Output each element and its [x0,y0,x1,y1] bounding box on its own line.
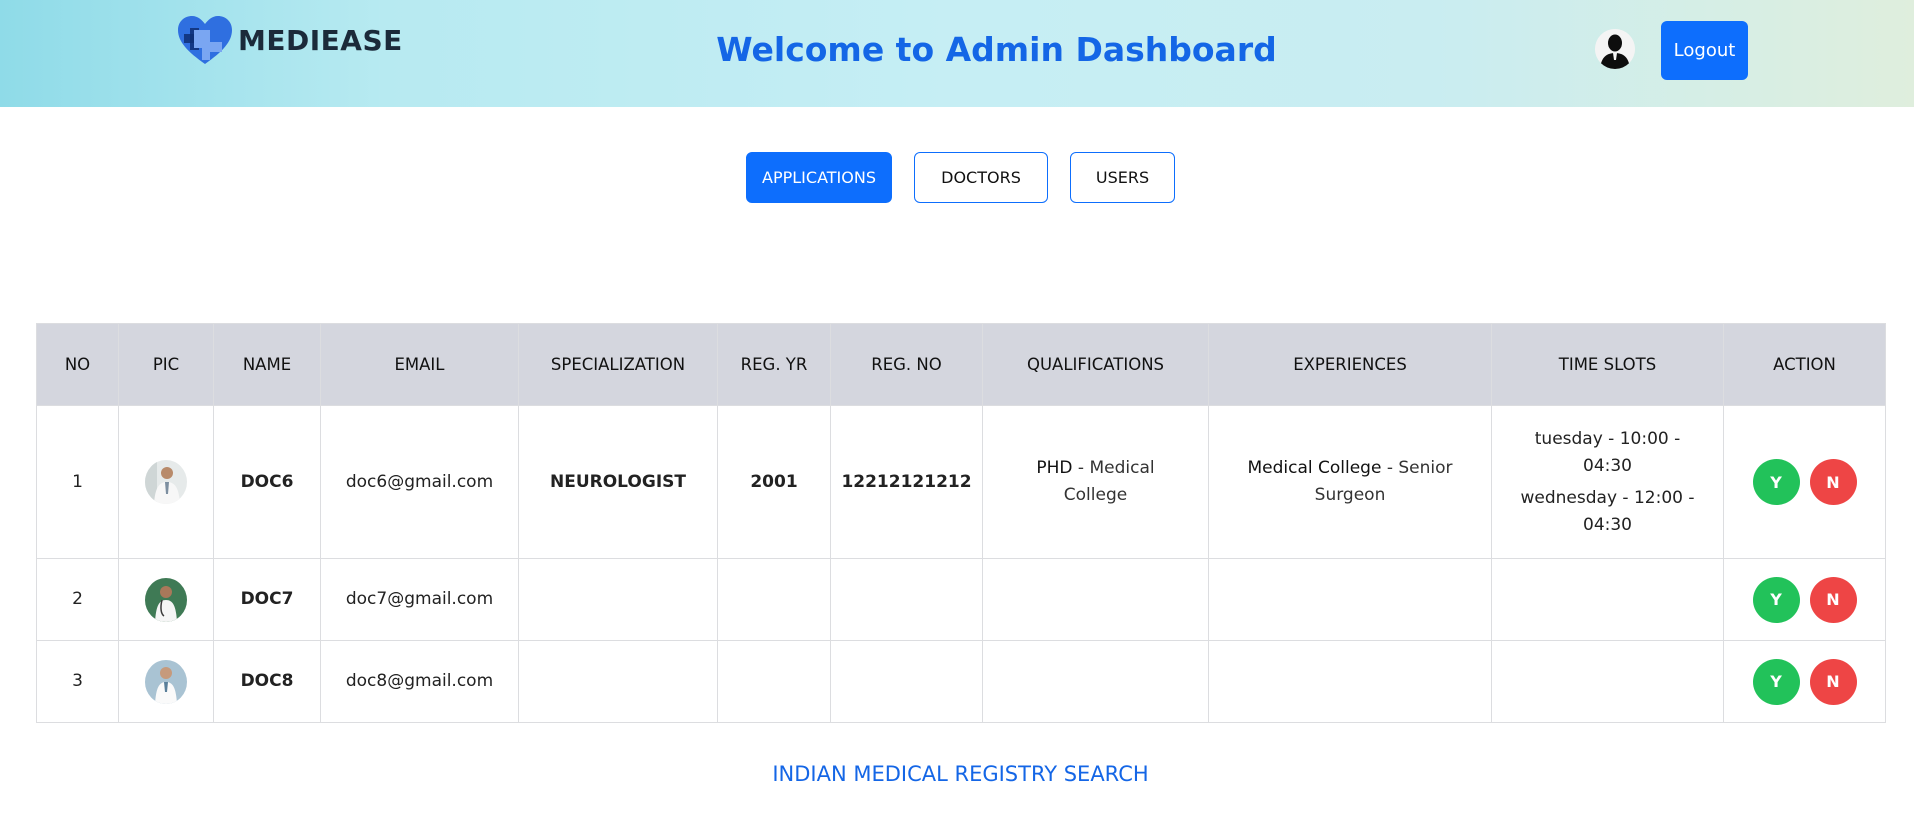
action-cell: YN [1723,405,1886,559]
doctor-name-link[interactable]: DOC6 [213,405,321,559]
row-number: 1 [36,405,119,559]
doctor-email: doc7@gmail.com [320,558,519,641]
doctor-photo [145,659,187,704]
reject-button[interactable]: N [1809,576,1857,623]
experiences-cell [1208,558,1492,641]
doctor-photo [145,577,187,622]
column-header: NO [36,323,119,406]
registration-number [830,640,983,723]
time-slots-cell: tuesday - 10:00 - 04:30 wednesday - 12:0… [1491,405,1724,559]
approve-button[interactable]: Y [1752,459,1800,505]
tab-doctors[interactable]: DOCTORS [914,152,1048,203]
qualifications-cell: PHD - Medical College [982,405,1209,559]
column-header: TIME SLOTS [1491,323,1724,406]
qualification-degree: PHD [1036,458,1073,478]
reject-button[interactable]: N [1809,658,1857,705]
column-header: QUALIFICATIONS [982,323,1209,406]
doctor-specialization: NEUROLOGIST [518,405,718,559]
column-header: ACTION [1723,323,1886,406]
experiences-cell: Medical College - Senior Surgeon [1208,405,1492,559]
doctor-portrait-icon [145,460,187,504]
doctor-portrait-icon [145,659,187,704]
table-header-row: NO PIC NAME EMAIL SPECIALIZATION REG. YR… [36,323,1886,406]
profile-avatar[interactable] [1595,29,1635,69]
doctor-email: doc8@gmail.com [320,640,519,723]
column-header: EMAIL [320,323,519,406]
column-header: SPECIALIZATION [518,323,718,406]
qualification-institute: - Medical College [1063,458,1155,505]
indian-medical-registry-link[interactable]: INDIAN MEDICAL REGISTRY SEARCH [0,762,1914,786]
doctor-name-link[interactable]: DOC7 [213,558,321,641]
column-header: PIC [118,323,214,406]
doctor-photo [145,460,187,504]
doctor-portrait-icon [145,577,187,622]
qualifications-cell [982,558,1209,641]
time-slot: tuesday - 10:00 - 04:30 [1534,428,1681,476]
user-silhouette-icon [1595,29,1635,69]
reject-button[interactable]: N [1809,459,1857,505]
registration-number [830,558,983,641]
time-slots-cell [1491,558,1724,641]
experience-place: Medical College [1247,458,1382,478]
column-header: EXPERIENCES [1208,323,1492,406]
tab-users[interactable]: USERS [1070,152,1175,203]
table-row: 3 DOC8 doc8@gmail.com YN [36,640,1886,723]
header-bar: MEDIEASE Welcome to Admin Dashboard Logo… [0,0,1914,107]
time-slot: wednesday - 12:00 - 04:30 [1520,487,1695,535]
column-header: NAME [213,323,321,406]
section-tabs: APPLICATIONS DOCTORS USERS [0,152,1914,203]
doctor-specialization [518,640,718,723]
pic-cell [118,640,214,723]
qualifications-cell [982,640,1209,723]
applications-table: NO PIC NAME EMAIL SPECIALIZATION REG. YR… [36,323,1886,723]
tab-applications[interactable]: APPLICATIONS [746,152,892,203]
time-slots-cell [1491,640,1724,723]
table-row: 2 DOC7 doc7@gmail.com YN [36,558,1886,641]
registration-year [717,558,831,641]
column-header: REG. NO [830,323,983,406]
table-row: 1 DOC6 doc6@gmail.com NEUROLOGIST 2001 1… [36,405,1886,559]
row-number: 3 [36,640,119,723]
experiences-cell [1208,640,1492,723]
pic-cell [118,558,214,641]
pic-cell [118,405,214,559]
doctor-specialization [518,558,718,641]
action-cell: YN [1723,640,1886,723]
column-header: REG. YR [717,323,831,406]
registration-number[interactable]: 12212121212 [830,405,983,559]
doctor-email: doc6@gmail.com [320,405,519,559]
action-cell: YN [1723,558,1886,641]
doctor-name-link[interactable]: DOC8 [213,640,321,723]
row-number: 2 [36,558,119,641]
logout-button[interactable]: Logout [1661,21,1748,80]
registration-year [717,640,831,723]
approve-button[interactable]: Y [1752,658,1800,705]
approve-button[interactable]: Y [1752,576,1800,623]
registration-year: 2001 [717,405,831,559]
